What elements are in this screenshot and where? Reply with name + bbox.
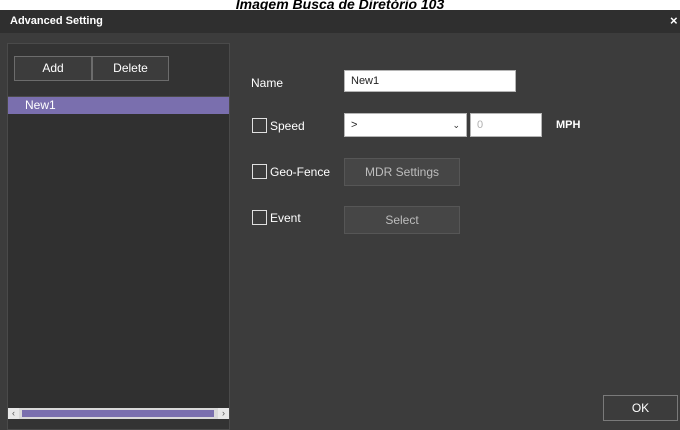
advanced-setting-dialog: Advanced Setting × Add Delete New1 ‹ › N… [0, 10, 680, 430]
event-checkbox[interactable] [252, 210, 267, 225]
event-select-button[interactable]: Select [344, 206, 460, 234]
name-input[interactable]: New1 [344, 70, 516, 92]
title-bar: Advanced Setting × [0, 10, 680, 33]
add-button[interactable]: Add [14, 56, 92, 81]
name-label: Name [251, 76, 284, 90]
rule-list-panel: Add Delete New1 ‹ › [7, 43, 230, 430]
speed-unit-label: MPH [556, 119, 581, 131]
event-label: Event [270, 211, 301, 225]
scrollbar-thumb[interactable] [22, 410, 214, 417]
speed-operator-select[interactable]: > ⌄ [344, 113, 467, 137]
speed-value-input[interactable]: 0 [470, 113, 542, 137]
image-caption: Imagem Busca de Diretório 103 [235, 0, 445, 10]
ok-button[interactable]: OK [603, 395, 678, 421]
scroll-left-icon[interactable]: ‹ [8, 408, 19, 419]
speed-checkbox[interactable] [252, 118, 267, 133]
delete-button[interactable]: Delete [92, 56, 169, 81]
list-item[interactable]: New1 [8, 97, 229, 114]
geofence-checkbox[interactable] [252, 164, 267, 179]
mdr-settings-button[interactable]: MDR Settings [344, 158, 460, 186]
chevron-down-icon: ⌄ [452, 120, 460, 130]
dialog-title: Advanced Setting [10, 15, 103, 27]
speed-operator-value: > [351, 119, 358, 131]
close-icon[interactable]: × [670, 12, 680, 30]
horizontal-scrollbar[interactable]: ‹ › [8, 408, 229, 419]
rule-list: New1 ‹ › [8, 96, 229, 419]
speed-label: Speed [270, 119, 305, 133]
geofence-label: Geo-Fence [270, 165, 331, 179]
scroll-right-icon[interactable]: › [218, 408, 229, 419]
